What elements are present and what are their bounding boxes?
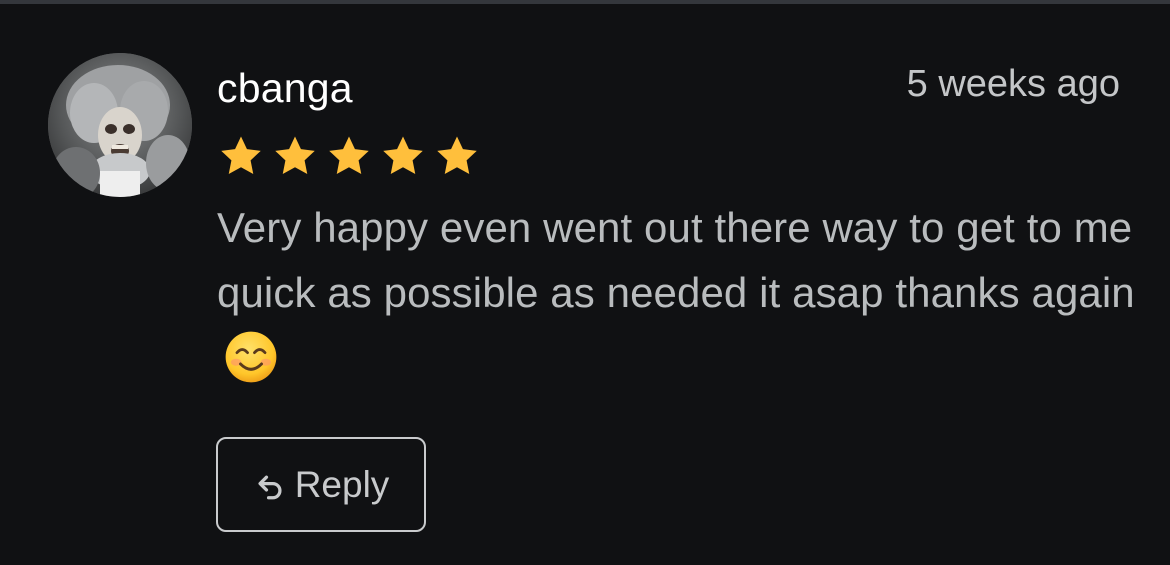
star-icon (329, 136, 369, 175)
reply-arrow-icon (258, 475, 282, 499)
avatar[interactable] (48, 53, 192, 197)
review-card: cbanga 5 weeks ago Very happy even went … (0, 0, 1170, 565)
star-icon (221, 136, 261, 175)
review-author-name[interactable]: cbanga (217, 62, 353, 114)
star-icon (383, 136, 423, 175)
avatar-image (48, 53, 192, 197)
review-timestamp: 5 weeks ago (906, 63, 1120, 105)
smiling-face-emoji-icon (225, 331, 277, 383)
star-icon (275, 136, 315, 175)
review-text: Very happy even went out there way to ge… (217, 204, 1135, 316)
star-rating (218, 133, 480, 179)
reply-label: Reply (294, 463, 390, 505)
review-body: Very happy even went out there way to ge… (217, 195, 1137, 390)
reply-button[interactable]: Reply (216, 437, 426, 532)
star-icon (437, 136, 477, 175)
